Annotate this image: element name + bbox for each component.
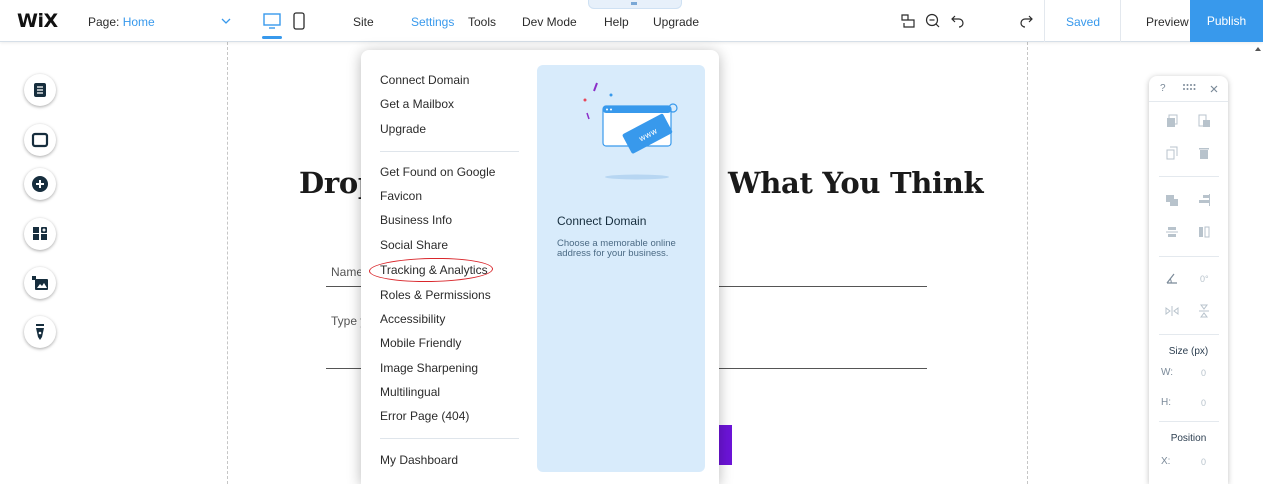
divider bbox=[1044, 0, 1045, 42]
panel-divider bbox=[1159, 176, 1219, 177]
divider bbox=[1120, 0, 1121, 42]
preview-description: Choose a memorable online address for yo… bbox=[557, 238, 676, 259]
mobile-layout-icon[interactable] bbox=[898, 11, 918, 31]
background-icon bbox=[31, 132, 49, 148]
menu-preview-panel: www Connect Domain Choose a memorable on… bbox=[537, 65, 705, 472]
page-prefix: Page: bbox=[88, 15, 123, 29]
desktop-view-icon[interactable] bbox=[262, 11, 282, 31]
media-icon bbox=[32, 276, 48, 290]
rotation-value[interactable]: 0° bbox=[1200, 274, 1209, 284]
menu-item-social-share[interactable]: Social Share bbox=[380, 238, 448, 252]
page-selector[interactable]: Page: Home bbox=[88, 15, 155, 29]
menu-item-upgrade[interactable]: Upgrade bbox=[380, 122, 426, 136]
menu-item-favicon[interactable]: Favicon bbox=[380, 189, 422, 203]
menu-settings[interactable]: Settings bbox=[411, 15, 454, 29]
menu-divider bbox=[380, 151, 519, 152]
flip-vertical-icon[interactable] bbox=[1197, 304, 1211, 318]
panel-divider bbox=[1159, 421, 1219, 422]
blog-icon bbox=[36, 324, 44, 340]
add-icon bbox=[32, 176, 48, 192]
pages-icon bbox=[34, 83, 46, 97]
drag-handle-icon[interactable] bbox=[1182, 82, 1196, 92]
add-button[interactable] bbox=[24, 168, 56, 200]
distribute-icon[interactable] bbox=[1165, 225, 1179, 239]
scroll-up-icon[interactable] bbox=[1254, 46, 1262, 52]
x-value[interactable]: 0 bbox=[1201, 457, 1206, 467]
pages-button[interactable] bbox=[24, 74, 56, 106]
panel-divider bbox=[1159, 334, 1219, 335]
undo-icon[interactable] bbox=[948, 11, 968, 31]
menu-item-connect-domain[interactable]: Connect Domain bbox=[380, 73, 469, 87]
panel-header: ? bbox=[1149, 76, 1228, 102]
menu-item-get-mailbox[interactable]: Get a Mailbox bbox=[380, 97, 454, 111]
menu-item-mobile-friendly[interactable]: Mobile Friendly bbox=[380, 336, 461, 350]
settings-dropdown: Connect Domain Get a Mailbox Upgrade Get… bbox=[361, 50, 719, 484]
background-button[interactable] bbox=[24, 124, 56, 156]
canvas-guide-left bbox=[227, 42, 228, 484]
saved-status: Saved bbox=[1066, 15, 1101, 29]
menu-upgrade[interactable]: Upgrade bbox=[653, 15, 699, 29]
height-label: H: bbox=[1161, 397, 1171, 408]
menu-item-get-found-on-google[interactable]: Get Found on Google bbox=[380, 165, 495, 179]
menu-item-multilingual[interactable]: Multilingual bbox=[380, 385, 440, 399]
desktop-view-indicator bbox=[262, 36, 282, 39]
duplicate-icon[interactable] bbox=[1165, 146, 1179, 160]
menu-item-business-info[interactable]: Business Info bbox=[380, 213, 452, 227]
zoom-out-icon[interactable] bbox=[923, 11, 943, 31]
match-size-icon[interactable] bbox=[1197, 225, 1211, 239]
align-icon[interactable] bbox=[1197, 193, 1211, 207]
chevron-down-icon[interactable] bbox=[219, 14, 233, 28]
menu-item-roles-permissions[interactable]: Roles & Permissions bbox=[380, 288, 491, 302]
menu-site[interactable]: Site bbox=[353, 15, 374, 29]
rotate-icon[interactable] bbox=[1165, 271, 1179, 285]
copy-icon[interactable] bbox=[1165, 114, 1179, 128]
width-value[interactable]: 0 bbox=[1201, 368, 1206, 378]
preview-title: Connect Domain bbox=[557, 214, 647, 228]
menu-item-image-sharpening[interactable]: Image Sharpening bbox=[380, 361, 478, 375]
close-icon[interactable] bbox=[1209, 84, 1219, 94]
page-name: Home bbox=[122, 15, 155, 29]
wix-logo[interactable]: WiX bbox=[17, 10, 58, 32]
media-button[interactable] bbox=[24, 267, 56, 299]
height-value[interactable]: 0 bbox=[1201, 398, 1206, 408]
panel-divider bbox=[1159, 256, 1219, 257]
menu-item-my-dashboard[interactable]: My Dashboard bbox=[380, 453, 458, 467]
add-apps-icon bbox=[33, 227, 47, 240]
add-apps-button[interactable] bbox=[24, 218, 56, 250]
menu-dev-mode[interactable]: Dev Mode bbox=[522, 15, 577, 29]
domain-illustration: www bbox=[583, 82, 678, 180]
menu-divider bbox=[380, 438, 519, 439]
properties-panel: ? 0° Size (px) W: 0 H: 0 Position X: 0 bbox=[1149, 76, 1228, 484]
preview-button[interactable]: Preview bbox=[1146, 15, 1189, 29]
help-button[interactable]: ? bbox=[1160, 83, 1166, 94]
submit-button[interactable] bbox=[718, 425, 732, 465]
width-label: W: bbox=[1161, 367, 1174, 378]
delete-icon[interactable] bbox=[1197, 146, 1211, 160]
paste-icon[interactable] bbox=[1197, 114, 1211, 128]
x-label: X: bbox=[1161, 456, 1171, 467]
mobile-view-icon[interactable] bbox=[292, 11, 306, 31]
top-bar: WiX Page: Home Site Settings Tools Dev M… bbox=[0, 0, 1263, 42]
redo-icon[interactable] bbox=[1016, 11, 1036, 31]
highlight-circle bbox=[368, 256, 494, 284]
size-title: Size (px) bbox=[1168, 346, 1209, 357]
publish-button[interactable]: Publish bbox=[1190, 0, 1263, 42]
menu-item-error-page[interactable]: Error Page (404) bbox=[380, 409, 469, 423]
menu-help[interactable]: Help bbox=[604, 15, 629, 29]
menu-item-accessibility[interactable]: Accessibility bbox=[380, 312, 445, 326]
canvas-guide-right bbox=[1027, 42, 1028, 484]
menu-tools[interactable]: Tools bbox=[468, 15, 496, 29]
top-toggle-arrow-icon bbox=[631, 2, 637, 5]
arrange-icon[interactable] bbox=[1165, 193, 1179, 207]
canvas-heading-right[interactable]: What You Think bbox=[728, 166, 984, 200]
blog-button[interactable] bbox=[24, 316, 56, 348]
name-field-label[interactable]: Name bbox=[331, 265, 363, 279]
position-title: Position bbox=[1170, 433, 1207, 444]
flip-horizontal-icon[interactable] bbox=[1165, 304, 1179, 318]
